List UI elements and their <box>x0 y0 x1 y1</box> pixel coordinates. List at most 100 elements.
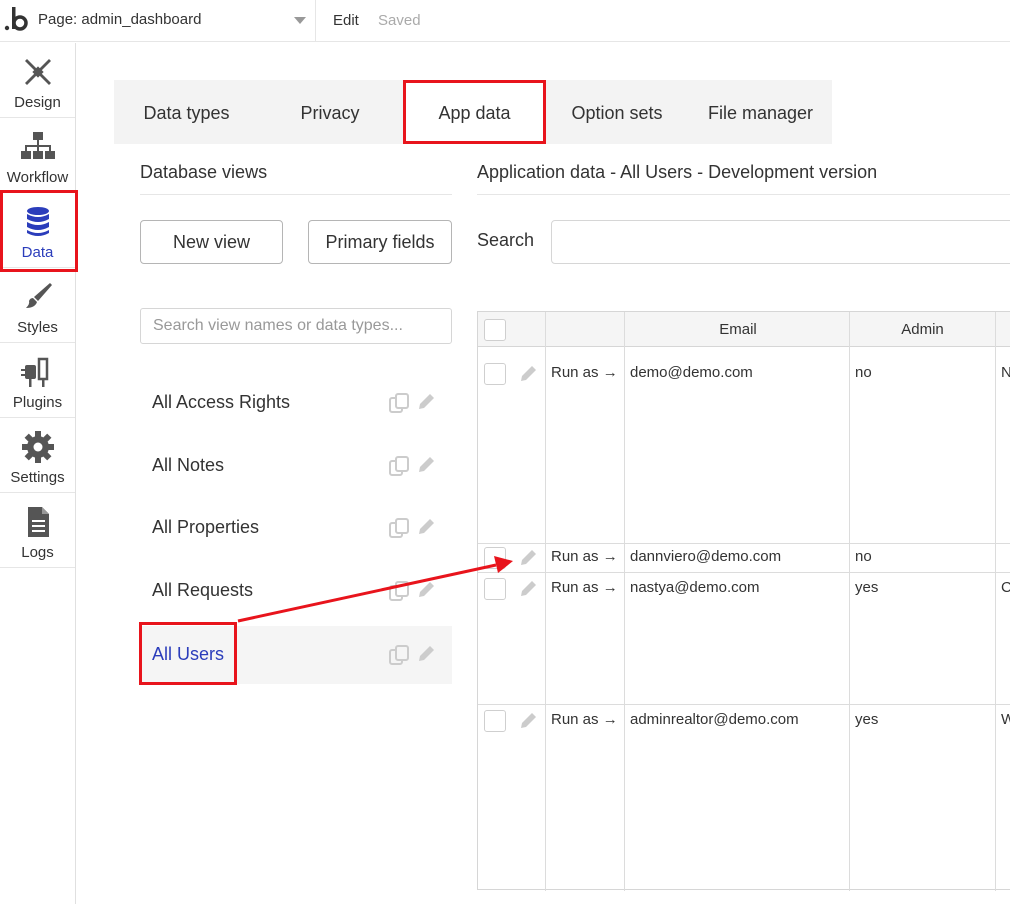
nav-item-design[interactable]: Design <box>0 43 75 118</box>
email-cell: nastya@demo.com <box>630 579 760 596</box>
run-as-link[interactable]: Run as → <box>551 548 618 565</box>
nav-label: Styles <box>17 319 58 336</box>
nav-item-settings[interactable]: Settings <box>0 418 75 493</box>
database-icon <box>27 207 49 236</box>
pencil-icon[interactable] <box>416 392 436 412</box>
tab-option-sets[interactable]: Option sets <box>545 80 689 144</box>
copy-icon[interactable] <box>388 455 410 477</box>
extra-cell: C <box>1001 579 1010 596</box>
table-row: Run as → adminrealtor@demo.com yes W <box>478 705 1010 889</box>
nav-item-data[interactable]: Data <box>0 193 75 268</box>
select-all-checkbox[interactable] <box>484 319 506 341</box>
view-item-all-users[interactable]: All Users <box>140 626 452 684</box>
view-item-all-notes[interactable]: All Notes <box>140 437 452 495</box>
row-checkbox[interactable] <box>484 363 506 385</box>
page-selector[interactable]: Page: admin_dashboard <box>38 11 201 28</box>
run-as-link[interactable]: Run as → <box>551 711 618 728</box>
nav-label: Logs <box>21 544 54 561</box>
pencil-icon[interactable] <box>518 579 538 599</box>
save-status: Saved <box>378 12 421 29</box>
brush-icon <box>26 283 52 308</box>
table-row: Run as → nastya@demo.com yes C <box>478 573 1010 705</box>
tab-bar: Data types Privacy App data Option sets … <box>114 80 832 144</box>
pencil-icon[interactable] <box>416 517 436 537</box>
extra-cell: N <box>1001 364 1010 381</box>
pencil-icon[interactable] <box>518 548 538 568</box>
run-as-link[interactable]: Run as → <box>551 364 618 381</box>
copy-icon[interactable] <box>388 517 410 539</box>
table-row: Run as → demo@demo.com no N <box>478 358 1010 544</box>
column-header-email[interactable]: Email <box>626 321 850 338</box>
admin-cell: yes <box>855 711 879 728</box>
pencil-icon[interactable] <box>416 580 436 600</box>
divider <box>315 0 316 42</box>
database-views-title: Database views <box>140 162 268 182</box>
design-icon <box>25 59 51 85</box>
view-search-input[interactable] <box>140 308 452 344</box>
table-row: Run as → dannviero@demo.com no <box>478 544 1010 573</box>
column-divider <box>849 312 850 891</box>
nav-label: Workflow <box>6 169 69 186</box>
column-divider <box>995 312 996 891</box>
row-checkbox[interactable] <box>484 710 506 732</box>
run-as-link[interactable]: Run as → <box>551 579 618 596</box>
email-cell: demo@demo.com <box>630 364 753 381</box>
edit-menu[interactable]: Edit <box>333 12 359 29</box>
nav-item-logs[interactable]: Logs <box>0 493 75 568</box>
view-label: All Properties <box>152 517 260 537</box>
top-bar: Page: admin_dashboard Edit Saved <box>0 0 1010 42</box>
pencil-icon[interactable] <box>518 364 538 384</box>
plug-icon <box>21 357 49 387</box>
copy-icon[interactable] <box>388 580 410 602</box>
view-label: All Notes <box>152 455 225 475</box>
divider <box>140 194 452 195</box>
column-divider <box>624 312 625 891</box>
view-item-all-requests[interactable]: All Requests <box>140 562 452 620</box>
email-cell: dannviero@demo.com <box>630 548 782 565</box>
table-header: Email Admin <box>478 312 1010 347</box>
row-checkbox[interactable] <box>484 578 506 600</box>
nav-item-styles[interactable]: Styles <box>0 268 75 343</box>
copy-icon[interactable] <box>388 392 410 414</box>
nav-label: Settings <box>10 469 65 486</box>
chevron-down-icon[interactable] <box>294 17 306 24</box>
app-data-title: Application data - All Users - Developme… <box>477 162 878 182</box>
nav-item-plugins[interactable]: Plugins <box>0 343 75 418</box>
pencil-icon[interactable] <box>416 644 436 664</box>
view-label: All Access Rights <box>152 392 291 412</box>
view-item-all-access-rights[interactable]: All Access Rights <box>140 374 452 432</box>
nav-label: Design <box>14 94 61 111</box>
nav-label: Data <box>21 244 54 261</box>
bubble-logo-icon[interactable] <box>2 4 30 36</box>
gear-icon <box>22 431 54 463</box>
admin-cell: yes <box>855 579 879 596</box>
pencil-icon[interactable] <box>518 711 538 731</box>
copy-icon[interactable] <box>388 644 410 666</box>
admin-cell: no <box>855 364 872 381</box>
divider <box>477 194 1010 195</box>
new-view-button[interactable]: New view <box>140 220 283 264</box>
tab-privacy[interactable]: Privacy <box>259 80 401 144</box>
workflow-icon <box>21 132 55 159</box>
left-navigation: Design Workflow Data Styles Plugins Sett… <box>0 43 76 904</box>
view-label: All Users <box>152 644 225 664</box>
nav-item-workflow[interactable]: Workflow <box>0 118 75 193</box>
column-divider <box>545 312 546 891</box>
primary-fields-button[interactable]: Primary fields <box>308 220 452 264</box>
tab-file-manager[interactable]: File manager <box>689 80 832 144</box>
pencil-icon[interactable] <box>416 455 436 475</box>
admin-cell: no <box>855 548 872 565</box>
search-input[interactable] <box>551 220 1010 264</box>
document-icon <box>28 507 49 537</box>
view-label: All Requests <box>152 580 254 600</box>
data-table: Email Admin Run as → demo@demo.com no N … <box>477 311 1010 891</box>
nav-label: Plugins <box>12 394 63 411</box>
column-header-admin[interactable]: Admin <box>850 321 995 338</box>
email-cell: adminrealtor@demo.com <box>630 711 799 728</box>
tab-app-data[interactable]: App data <box>404 80 545 144</box>
view-item-all-properties[interactable]: All Properties <box>140 499 452 557</box>
extra-cell: W <box>1001 711 1010 728</box>
tab-data-types[interactable]: Data types <box>114 80 259 144</box>
row-checkbox[interactable] <box>484 547 506 569</box>
search-label: Search <box>477 230 535 250</box>
